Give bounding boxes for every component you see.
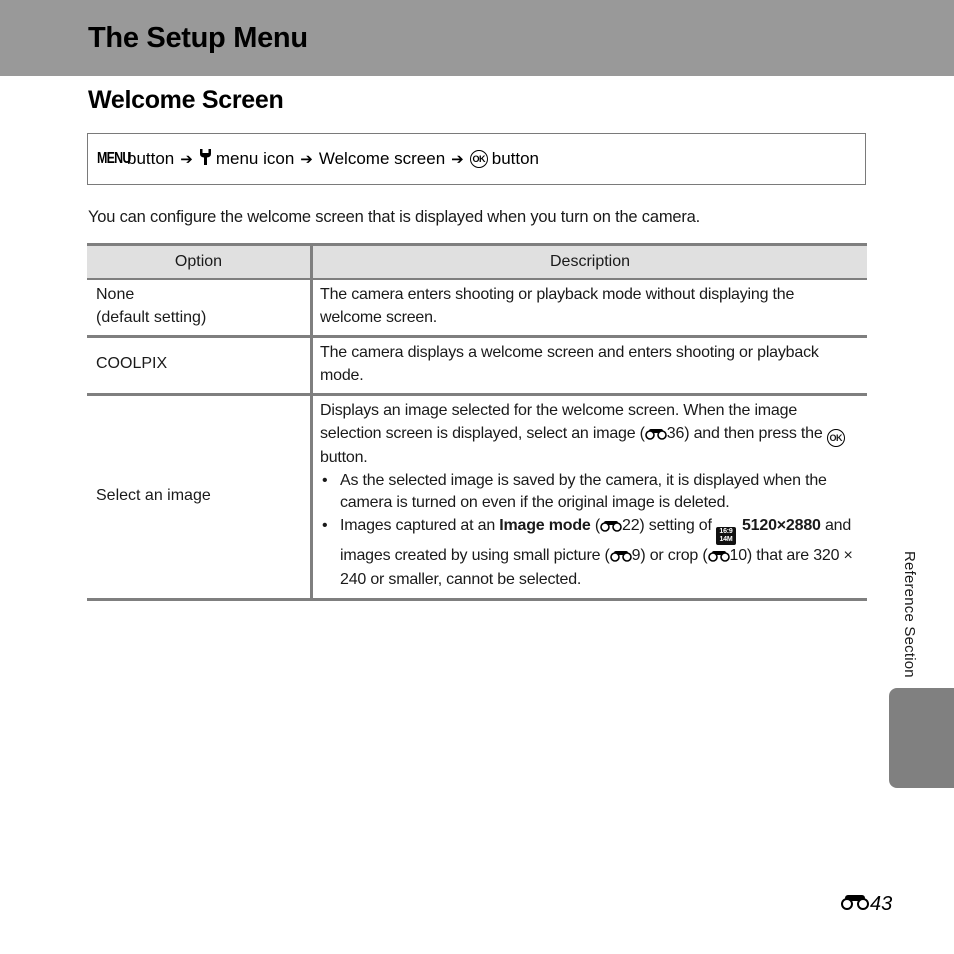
nav-step-label: button (491, 149, 539, 168)
option-note: (default setting) (96, 308, 207, 326)
nav-step-label: Welcome screen (318, 149, 446, 168)
reference-section-icon (707, 547, 730, 570)
column-header-description: Description (311, 243, 867, 280)
setting-name: Image mode (499, 516, 591, 534)
page-number-value: 43 (870, 893, 893, 915)
arrow-right-icon: ➔ (180, 151, 193, 168)
nav-step-label: menu icon (215, 149, 295, 168)
page-reference[interactable]: 22 (622, 517, 640, 534)
wrench-icon (199, 148, 212, 171)
reference-section-icon (609, 547, 632, 570)
option-cell: COOLPIX (87, 336, 313, 396)
description-cell: The camera displays a welcome screen and… (311, 336, 867, 396)
page-title: The Setup Menu (88, 22, 308, 54)
option-cell: Select an image (87, 394, 313, 601)
option-name: None (96, 286, 135, 303)
description-text: button. (320, 449, 368, 466)
table-row: Select an image Displays an image select… (87, 394, 867, 601)
page-number: 43 (840, 893, 892, 916)
ok-button-icon: OK (469, 150, 488, 168)
description-text: ) and then press the (684, 424, 823, 442)
side-section-label: Reference Section (901, 551, 918, 678)
image-mode-16-9-icon: 16:9 14M (715, 526, 736, 545)
image-size-value: 5120×2880 (741, 516, 821, 534)
list-item: Images captured at an Image mode (22) se… (320, 515, 857, 592)
title-bar: The Setup Menu (0, 0, 954, 76)
ok-button-icon: OK (826, 428, 845, 447)
note-text: ) or crop ( (640, 546, 708, 564)
table-row: COOLPIX The camera displays a welcome sc… (87, 336, 867, 396)
table-header-row: Option Description (87, 243, 867, 280)
nav-step-label: button (127, 149, 175, 168)
page-reference[interactable]: 10 (730, 547, 748, 564)
arrow-right-icon: ➔ (300, 151, 313, 168)
arrow-right-icon: ➔ (451, 151, 464, 168)
page-reference[interactable]: 36 (667, 425, 685, 442)
table-row: None (default setting) The camera enters… (87, 279, 867, 338)
note-text: Images captured at an (340, 516, 496, 534)
reference-section-icon (644, 425, 667, 448)
note-text: setting of (648, 516, 712, 534)
section-thumb-tab[interactable] (889, 688, 954, 788)
list-item: As the selected image is saved by the ca… (320, 470, 857, 515)
option-name: Select an image (96, 486, 211, 504)
option-name: COOLPIX (96, 355, 168, 373)
intro-text: You can configure the welcome screen tha… (88, 208, 700, 226)
section-title: Welcome Screen (88, 86, 284, 114)
description-cell: Displays an image selected for the welco… (311, 394, 867, 601)
notes-list: As the selected image is saved by the ca… (320, 470, 857, 592)
reference-section-icon (840, 893, 870, 916)
description-paragraph: Displays an image selected for the welco… (320, 400, 857, 470)
options-table: Option Description None (default setting… (87, 243, 867, 601)
navigation-path-box: MENU button ➔ menu icon ➔ Welcome screen… (87, 133, 866, 185)
reference-section-icon (600, 517, 622, 540)
description-cell: The camera enters shooting or playback m… (311, 279, 867, 338)
column-header-option: Option (87, 243, 313, 280)
option-cell: None (default setting) (87, 279, 313, 338)
menu-button-icon: MENU (97, 150, 131, 167)
